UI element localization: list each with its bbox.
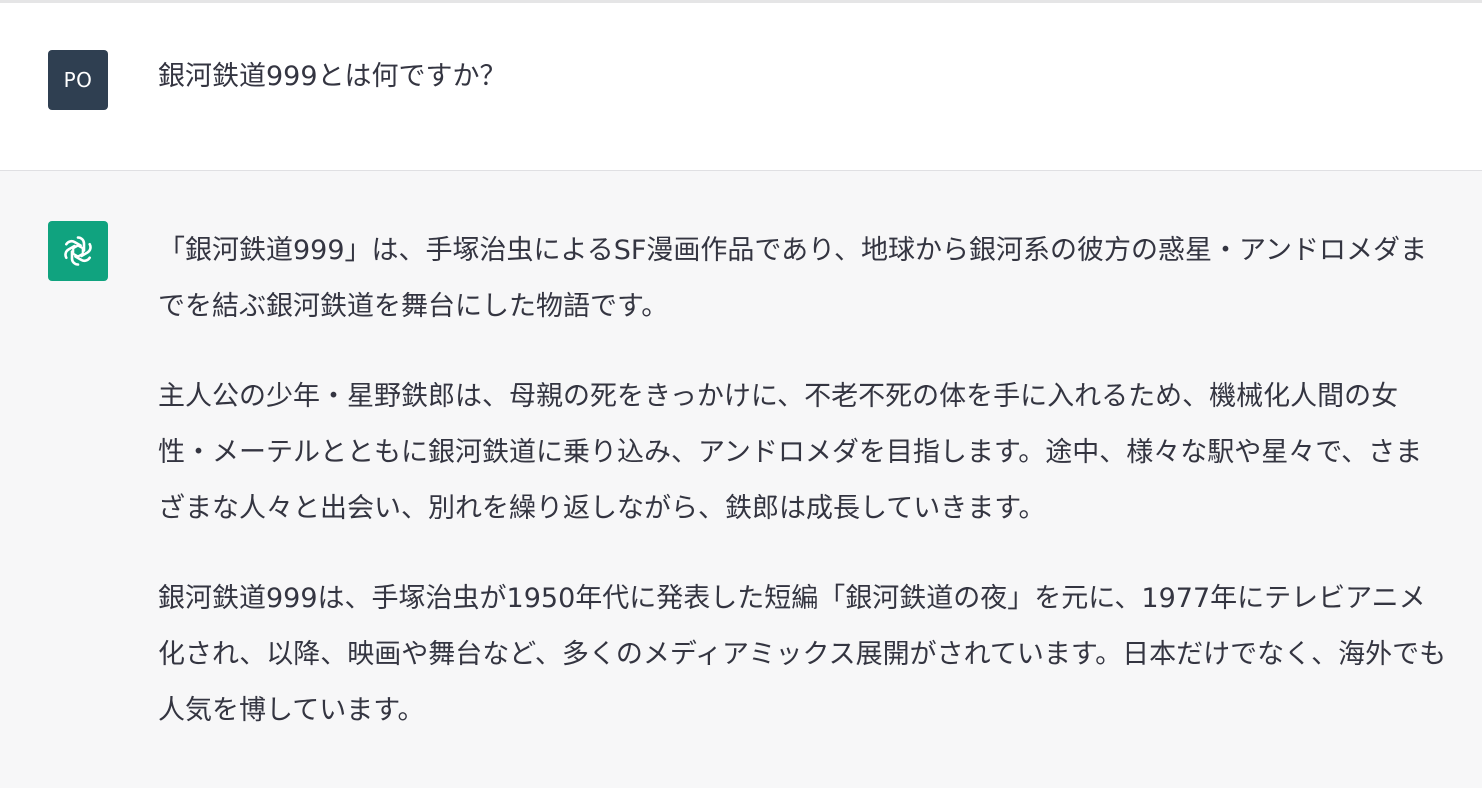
- assistant-message-row: 「銀河鉄道999」は、手塚治虫によるSF漫画作品であり、地球から銀河系の彼方の惑…: [0, 171, 1482, 788]
- assistant-message-text: 「銀河鉄道999」は、手塚治虫によるSF漫画作品であり、地球から銀河系の彼方の惑…: [158, 223, 1448, 773]
- user-message-text: 銀河鉄道999とは何ですか？: [158, 61, 507, 92]
- user-avatar: PO: [48, 50, 108, 110]
- openai-logo-icon: [64, 236, 92, 266]
- user-message-row: PO 銀河鉄道999とは何ですか？: [0, 3, 1482, 171]
- chat-page: PO 銀河鉄道999とは何ですか？ 「銀河鉄道999」は、手塚治虫によるSF漫画…: [0, 0, 1482, 788]
- assistant-avatar: [48, 221, 108, 281]
- answer-paragraph-3: 銀河鉄道999は、手塚治虫が1950年代に発表した短編「銀河鉄道の夜」を元に、1…: [158, 583, 1447, 726]
- answer-paragraph-1: 「銀河鉄道999」は、手塚治虫によるSF漫画作品であり、地球から銀河系の彼方の惑…: [158, 235, 1427, 322]
- answer-paragraph-2: 主人公の少年・星野鉄郎は、母親の死をきっかけに、不老不死の体を手に入れるため、機…: [158, 381, 1423, 524]
